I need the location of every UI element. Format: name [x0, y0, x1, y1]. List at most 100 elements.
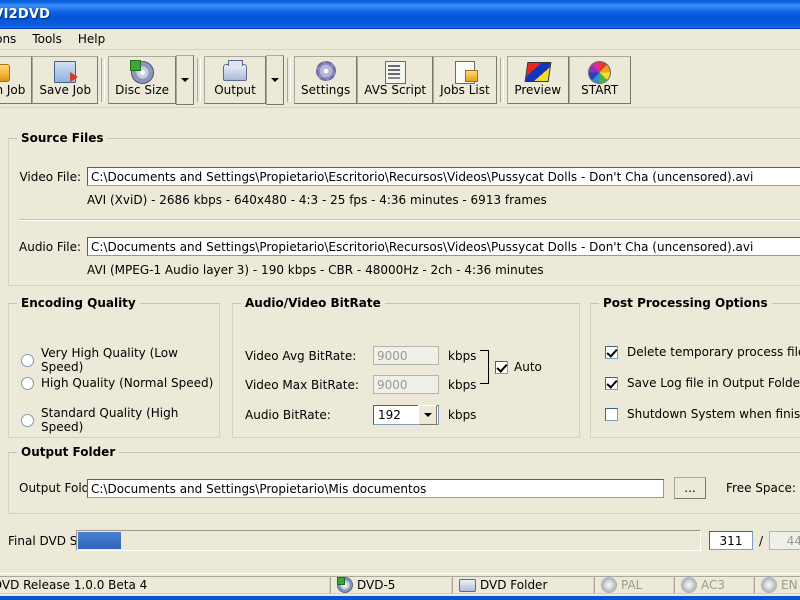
encoding-quality-group: Encoding Quality Very High Quality (Low …	[8, 296, 220, 438]
application-window: AVI2DVD Options Tools Help Open Job Save…	[0, 0, 800, 600]
preview-label: Preview	[514, 83, 562, 97]
audio-disc-icon	[681, 577, 697, 593]
output-device-icon	[223, 59, 248, 83]
disc-size-label: Disc Size	[115, 83, 170, 97]
status-bar: AVI2DVD Release 1.0.0 Beta 4 DVD-5 DVD F…	[0, 573, 800, 596]
output-folder-input[interactable]: C:\Documents and Settings\Propietario\Mi…	[87, 478, 664, 498]
color-wheel-icon	[588, 59, 612, 84]
checkbox-label: Save Log file in Output Folder	[627, 376, 800, 390]
disc-size-dropdown-button[interactable]	[176, 55, 195, 105]
checkbox-label: Delete temporary process files	[627, 345, 800, 359]
script-document-icon	[383, 59, 407, 84]
preview-flag-icon	[524, 59, 552, 83]
status-pane-tv-standard[interactable]: PAL	[594, 576, 674, 594]
audio-bitrate-combo[interactable]: 192	[373, 405, 439, 425]
audio-file-label: Audio File:	[19, 239, 82, 254]
audio-bitrate-unit: kbps	[448, 408, 477, 422]
status-pane-disc-type[interactable]: DVD-5	[330, 576, 452, 594]
audio-bitrate-value: 192	[378, 408, 401, 422]
radio-indicator	[21, 353, 34, 367]
radio-high-quality[interactable]: High Quality (Normal Speed)	[21, 376, 213, 390]
radio-very-high-quality[interactable]: Very High Quality (Low Speed)	[21, 346, 219, 374]
status-audio-format-label: AC3	[701, 578, 726, 592]
taskbar-edge	[0, 596, 800, 600]
video-avg-bitrate-label: Video Avg BitRate:	[245, 348, 357, 363]
open-job-label: Open Job	[0, 83, 26, 97]
post-processing-title: Post Processing Options	[599, 296, 772, 310]
avs-script-label: AVS Script	[364, 83, 427, 97]
radio-label: Standard Quality (High Speed)	[41, 406, 179, 434]
checkbox-save-log-file[interactable]: Save Log file in Output Folder	[605, 376, 800, 390]
source-files-group: Source Files Video File: C:\Documents an…	[8, 131, 800, 286]
toolbar-separator	[287, 58, 292, 102]
status-pane-subtitles[interactable]: EN - E	[754, 576, 800, 594]
divider	[19, 219, 800, 221]
save-job-button[interactable]: Save Job	[32, 56, 99, 104]
output-dropdown-button[interactable]	[266, 55, 285, 105]
audio-bitrate-label: Audio BitRate:	[245, 408, 331, 422]
current-size-value: 311	[709, 531, 753, 550]
start-label: START	[581, 83, 619, 97]
menu-item-tools[interactable]: Tools	[24, 30, 70, 48]
source-files-title: Source Files	[17, 131, 108, 145]
subtitle-icon	[761, 577, 777, 593]
toolbar-separator	[197, 58, 202, 102]
status-pane-audio-format[interactable]: AC3	[674, 576, 754, 594]
video-file-info: AVI (XviD) - 2686 kbps - 640x480 - 4:3 -…	[87, 193, 547, 207]
open-job-button[interactable]: Open Job	[0, 56, 33, 104]
audio-file-input[interactable]: C:\Documents and Settings\Propietario\Es…	[87, 237, 800, 256]
output-label: Output	[214, 83, 256, 97]
video-avg-bitrate-unit: kbps	[448, 348, 477, 363]
status-disc-type-label: DVD-5	[357, 578, 396, 592]
window-title: AVI2DVD	[0, 6, 51, 22]
avs-script-button[interactable]: AVS Script	[357, 56, 434, 104]
status-pane-output-type[interactable]: DVD Folder	[452, 576, 594, 594]
preview-button[interactable]: Preview	[506, 56, 569, 104]
output-folder-label: Output Folder:	[19, 481, 106, 495]
dvd-size-progress-bar	[76, 530, 701, 551]
size-separator: /	[759, 533, 764, 548]
progress-fill	[78, 532, 122, 549]
settings-label: Settings	[301, 83, 351, 97]
save-job-label: Save Job	[39, 83, 92, 97]
bracket	[480, 350, 489, 384]
radio-standard-quality[interactable]: Standard Quality (High Speed)	[21, 406, 219, 434]
checkbox-label: Shutdown System when finished	[627, 407, 800, 421]
status-output-type-label: DVD Folder	[480, 578, 548, 592]
disc-size-button[interactable]: Disc Size	[108, 56, 177, 104]
title-bar: AVI2DVD	[0, 0, 800, 29]
checkbox-shutdown-system[interactable]: Shutdown System when finished	[605, 407, 800, 421]
output-device-icon	[459, 578, 476, 592]
video-max-bitrate-unit: kbps	[448, 377, 477, 392]
browse-folder-button[interactable]: ...	[674, 477, 706, 499]
menu-item-help[interactable]: Help	[70, 30, 113, 48]
chevron-down-icon	[271, 78, 280, 82]
checkbox-delete-temp-files[interactable]: Delete temporary process files	[605, 345, 800, 359]
audio-file-info: AVI (MPEG-1 Audio layer 3) - 190 kbps - …	[87, 263, 544, 277]
video-file-label: Video File:	[19, 169, 81, 184]
auto-checkbox[interactable]: Auto	[495, 360, 542, 374]
final-dvd-size-label: Final DVD Size:	[8, 533, 99, 548]
free-space-label: Free Space:	[726, 481, 796, 495]
folder-icon	[0, 59, 11, 83]
bitrate-title: Audio/Video BitRate	[241, 296, 385, 310]
radio-label: Very High Quality (Low Speed)	[41, 346, 178, 374]
output-button[interactable]: Output	[204, 56, 267, 104]
video-file-input[interactable]: C:\Documents and Settings\Propietario\Es…	[87, 167, 800, 186]
toolbar-separator	[101, 58, 106, 102]
radio-indicator	[21, 413, 34, 427]
toolbar: Open Job Save Job Disc Size Output Setti…	[0, 50, 800, 108]
chevron-down-icon[interactable]	[418, 405, 437, 425]
disc-pal-icon	[601, 577, 617, 593]
menu-item-options[interactable]: Options	[0, 30, 24, 48]
bitrate-group: Audio/Video BitRate Video Avg BitRate: 9…	[232, 296, 580, 438]
video-avg-bitrate-input[interactable]: 9000	[373, 346, 439, 365]
video-max-bitrate-label: Video Max BitRate:	[245, 377, 359, 392]
settings-button[interactable]: Settings	[294, 56, 358, 104]
video-max-bitrate-input[interactable]: 9000	[373, 375, 439, 394]
start-button[interactable]: START	[568, 56, 631, 104]
final-dvd-size-row: Final DVD Size: 311 / 443	[8, 530, 800, 551]
jobs-list-button[interactable]: Jobs List	[433, 56, 497, 104]
auto-label: Auto	[514, 360, 542, 374]
post-processing-group: Post Processing Options Delete temporary…	[590, 296, 800, 438]
